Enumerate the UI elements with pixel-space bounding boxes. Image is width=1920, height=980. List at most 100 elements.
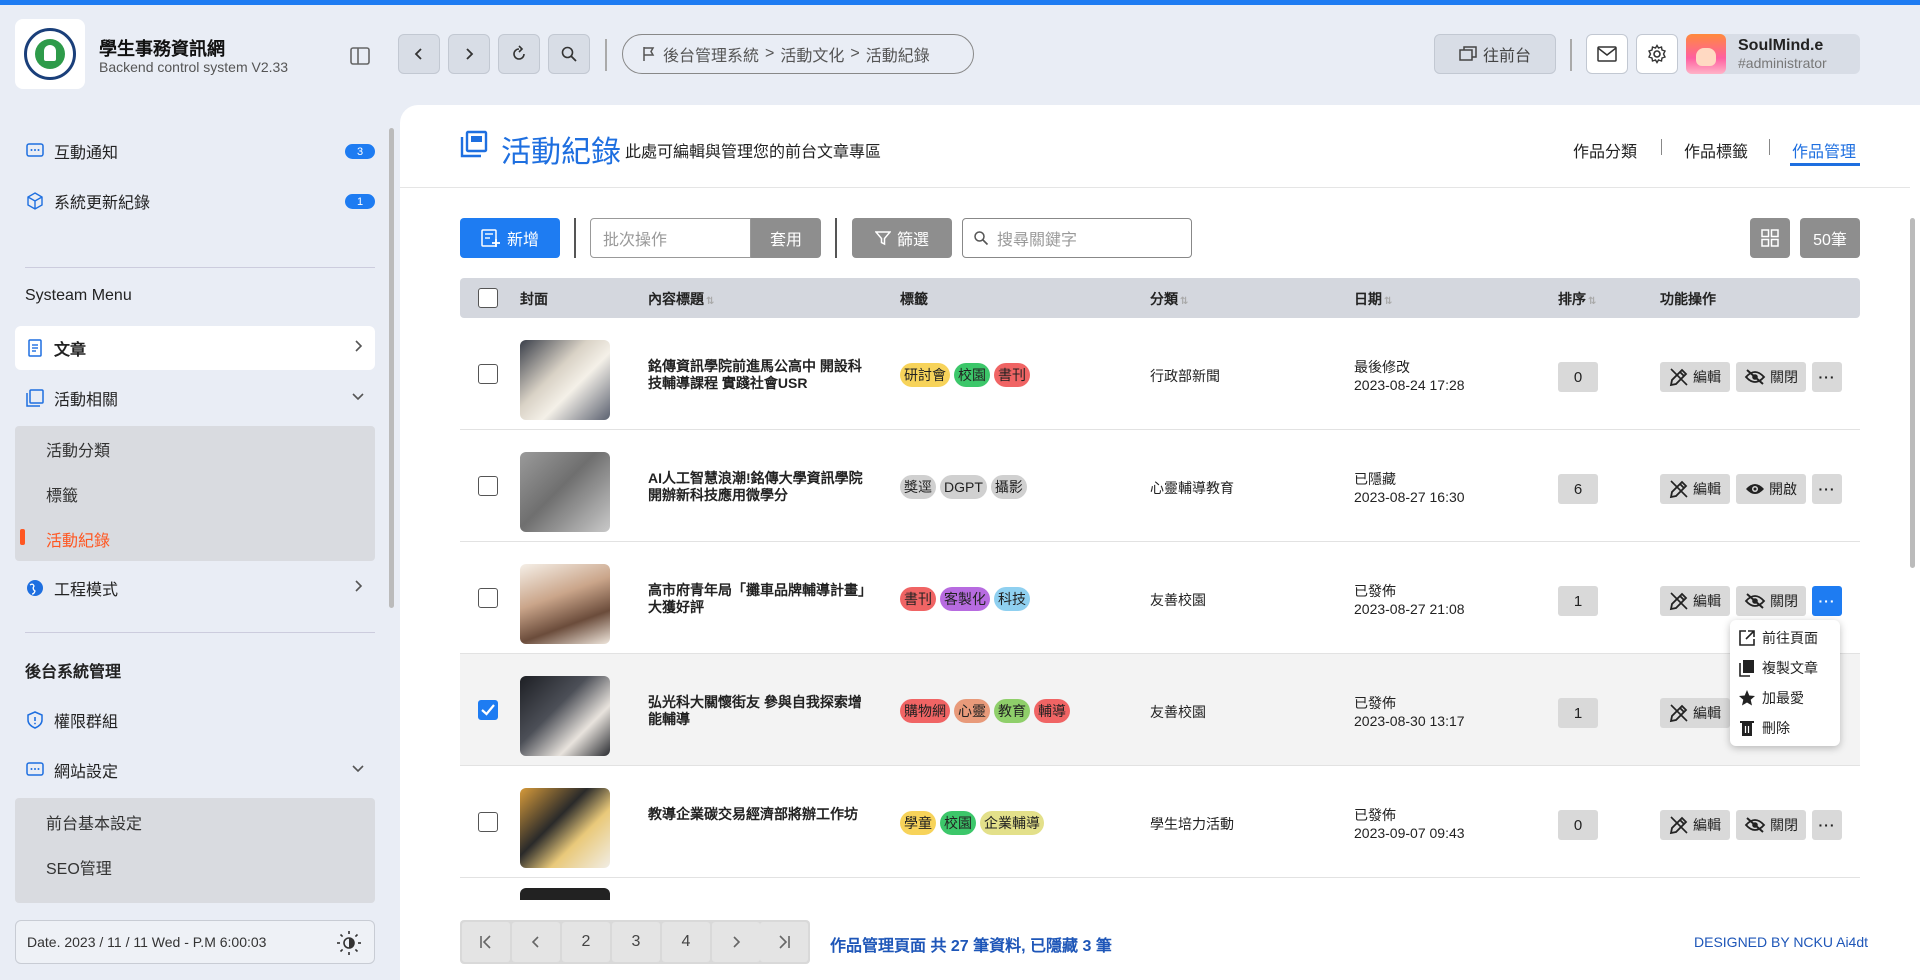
cover-image[interactable]	[520, 452, 610, 532]
page-number-button[interactable]: 4	[662, 922, 710, 962]
toggle-visibility-button[interactable]: 關閉	[1736, 810, 1806, 840]
menu-item-delete[interactable]: 刪除	[1738, 716, 1790, 740]
sort-order-field[interactable]: 0	[1558, 810, 1598, 840]
forward-button[interactable]	[448, 34, 490, 74]
sidebar-item-update-log[interactable]: 系統更新紀錄	[26, 186, 150, 216]
sidebar-item-article[interactable]: 文章	[15, 326, 375, 370]
page-number-button[interactable]: 2	[562, 922, 610, 962]
next-page-button[interactable]	[712, 922, 760, 962]
row-title[interactable]: AI人工智慧浪潮!銘傳大學資訊學院開辦新科技應用微學分	[648, 470, 873, 504]
select-all-checkbox[interactable]	[478, 288, 498, 308]
row-title[interactable]: 銘傳資訊學院前進馬公高中 開設科技輔導課程 實踐社會USR	[648, 358, 873, 392]
edit-label: 編輯	[1693, 369, 1721, 385]
first-page-button[interactable]	[462, 922, 510, 962]
more-actions-button[interactable]: ···	[1812, 474, 1842, 504]
edit-button[interactable]: 編輯	[1660, 810, 1730, 840]
refresh-button[interactable]	[498, 34, 540, 74]
site-logo[interactable]	[15, 19, 85, 89]
row-title[interactable]: 弘光科大關懷街友 參與自我探索增能輔導	[648, 694, 873, 728]
menu-item-favorite[interactable]: 加最愛	[1738, 686, 1804, 710]
row-date: 已發佈 2023-08-27 21:08	[1354, 582, 1465, 618]
search-input[interactable]: 搜尋關鍵字	[962, 218, 1192, 258]
settings-button[interactable]	[1636, 34, 1678, 74]
toggle-visibility-button[interactable]: 開啟	[1736, 474, 1806, 504]
mail-button[interactable]	[1586, 34, 1628, 74]
date-display: Date. 2023 / 11 / 11 Wed - P.M 6:00:03	[15, 920, 375, 964]
go-frontend-button[interactable]: 往前台	[1434, 34, 1556, 74]
refresh-icon	[513, 45, 525, 60]
chat-icon	[26, 143, 44, 157]
sidebar-scrollbar[interactable]	[389, 128, 394, 608]
row-checkbox[interactable]	[478, 812, 498, 832]
menu-item-goto-page[interactable]: 前往頁面	[1738, 626, 1818, 650]
tab-tags[interactable]: 作品標籤	[1684, 138, 1748, 162]
batch-action-select[interactable]: 批次操作	[590, 218, 751, 258]
search-button[interactable]	[548, 34, 590, 74]
row-title[interactable]: 教導企業碳交易經濟部將辦工作坊	[648, 806, 873, 823]
sidebar-item-engineering[interactable]: 工程模式	[15, 566, 375, 610]
row-checkbox[interactable]	[478, 700, 498, 720]
edit-button[interactable]: 編輯	[1660, 362, 1730, 392]
cover-image[interactable]	[520, 888, 610, 900]
more-actions-button[interactable]: ···	[1812, 810, 1842, 840]
back-button[interactable]	[398, 34, 440, 74]
prev-page-button[interactable]	[512, 922, 560, 962]
cover-image[interactable]	[520, 340, 610, 420]
filter-button[interactable]: 篩選	[852, 218, 952, 258]
tab-management[interactable]: 作品管理	[1792, 138, 1856, 162]
sidebar-subitem-seo[interactable]: SEO管理	[46, 855, 112, 879]
user-profile[interactable]: SoulMind.e #administrator	[1686, 34, 1860, 74]
grid-view-button[interactable]	[1750, 218, 1790, 258]
sort-order-field[interactable]: 1	[1558, 586, 1598, 616]
page-number-button[interactable]: 3	[612, 922, 660, 962]
cover-image[interactable]	[520, 788, 610, 868]
sort-order-field[interactable]: 6	[1558, 474, 1598, 504]
main-scrollbar[interactable]	[1910, 218, 1915, 568]
edit-button[interactable]: 編輯	[1660, 474, 1730, 504]
tab-category[interactable]: 作品分類	[1573, 138, 1637, 162]
theme-toggle-icon[interactable]	[336, 930, 362, 956]
tag-badge: 書刊	[900, 587, 936, 611]
add-button[interactable]: 新增	[460, 218, 560, 258]
row-title[interactable]: 高市府青年局「攤車品牌輔導計畫」大獲好評	[648, 582, 873, 616]
column-header-sortable[interactable]: 排序 ⇅	[1558, 289, 1596, 309]
breadcrumb-item[interactable]: 活動文化	[780, 42, 844, 66]
sidebar-item-activity[interactable]: 活動相關	[15, 376, 375, 420]
sidebar-item-label: 活動相關	[54, 392, 119, 409]
brand-subtitle: Backend control system V2.33	[99, 59, 289, 75]
edit-button[interactable]: 編輯	[1660, 586, 1730, 616]
more-actions-button[interactable]: ···	[1812, 362, 1842, 392]
sidebar-toggle-icon[interactable]	[345, 43, 375, 69]
edit-button[interactable]: 編輯	[1660, 698, 1730, 728]
menu-item-duplicate[interactable]: 複製文章	[1738, 656, 1818, 680]
sidebar-subitem-frontend-settings[interactable]: 前台基本設定	[46, 810, 142, 834]
add-list-icon	[481, 229, 500, 247]
breadcrumb-item[interactable]: 後台管理系統	[663, 42, 759, 66]
row-checkbox[interactable]	[478, 364, 498, 384]
sidebar-subitem-tags[interactable]: 標籤	[46, 482, 78, 506]
copy-stack-icon	[460, 130, 488, 158]
row-checkbox[interactable]	[478, 588, 498, 608]
chevron-right-icon	[466, 48, 474, 60]
last-page-button[interactable]	[760, 922, 808, 962]
sidebar-item-notifications[interactable]: 互動通知	[26, 136, 118, 166]
sidebar-item-permissions[interactable]: 權限群組	[15, 698, 375, 742]
sidebar-subitem-activity-category[interactable]: 活動分類	[46, 437, 110, 461]
sort-order-field[interactable]: 0	[1558, 362, 1598, 392]
toggle-visibility-button[interactable]: 關閉	[1736, 586, 1806, 616]
active-tab-indicator	[1790, 163, 1860, 166]
sort-order-field[interactable]: 1	[1558, 698, 1598, 728]
page-size-button[interactable]: 50筆	[1800, 218, 1860, 258]
sidebar-subitem-activity-record[interactable]: 活動紀錄	[46, 527, 110, 551]
toggle-visibility-button[interactable]: 關閉	[1736, 362, 1806, 392]
apply-button[interactable]: 套用	[751, 218, 821, 258]
cover-image[interactable]	[520, 676, 610, 756]
column-header-sortable[interactable]: 內容標題 ⇅	[648, 289, 714, 309]
row-checkbox[interactable]	[478, 476, 498, 496]
more-actions-button[interactable]: ···	[1812, 586, 1842, 616]
column-header-sortable[interactable]: 分類 ⇅	[1150, 289, 1188, 309]
sidebar-item-website-settings[interactable]: 網站設定	[15, 748, 375, 792]
cover-image[interactable]	[520, 564, 610, 644]
column-header-sortable[interactable]: 日期 ⇅	[1354, 289, 1392, 309]
sort-icon: ⇅	[1180, 296, 1189, 307]
